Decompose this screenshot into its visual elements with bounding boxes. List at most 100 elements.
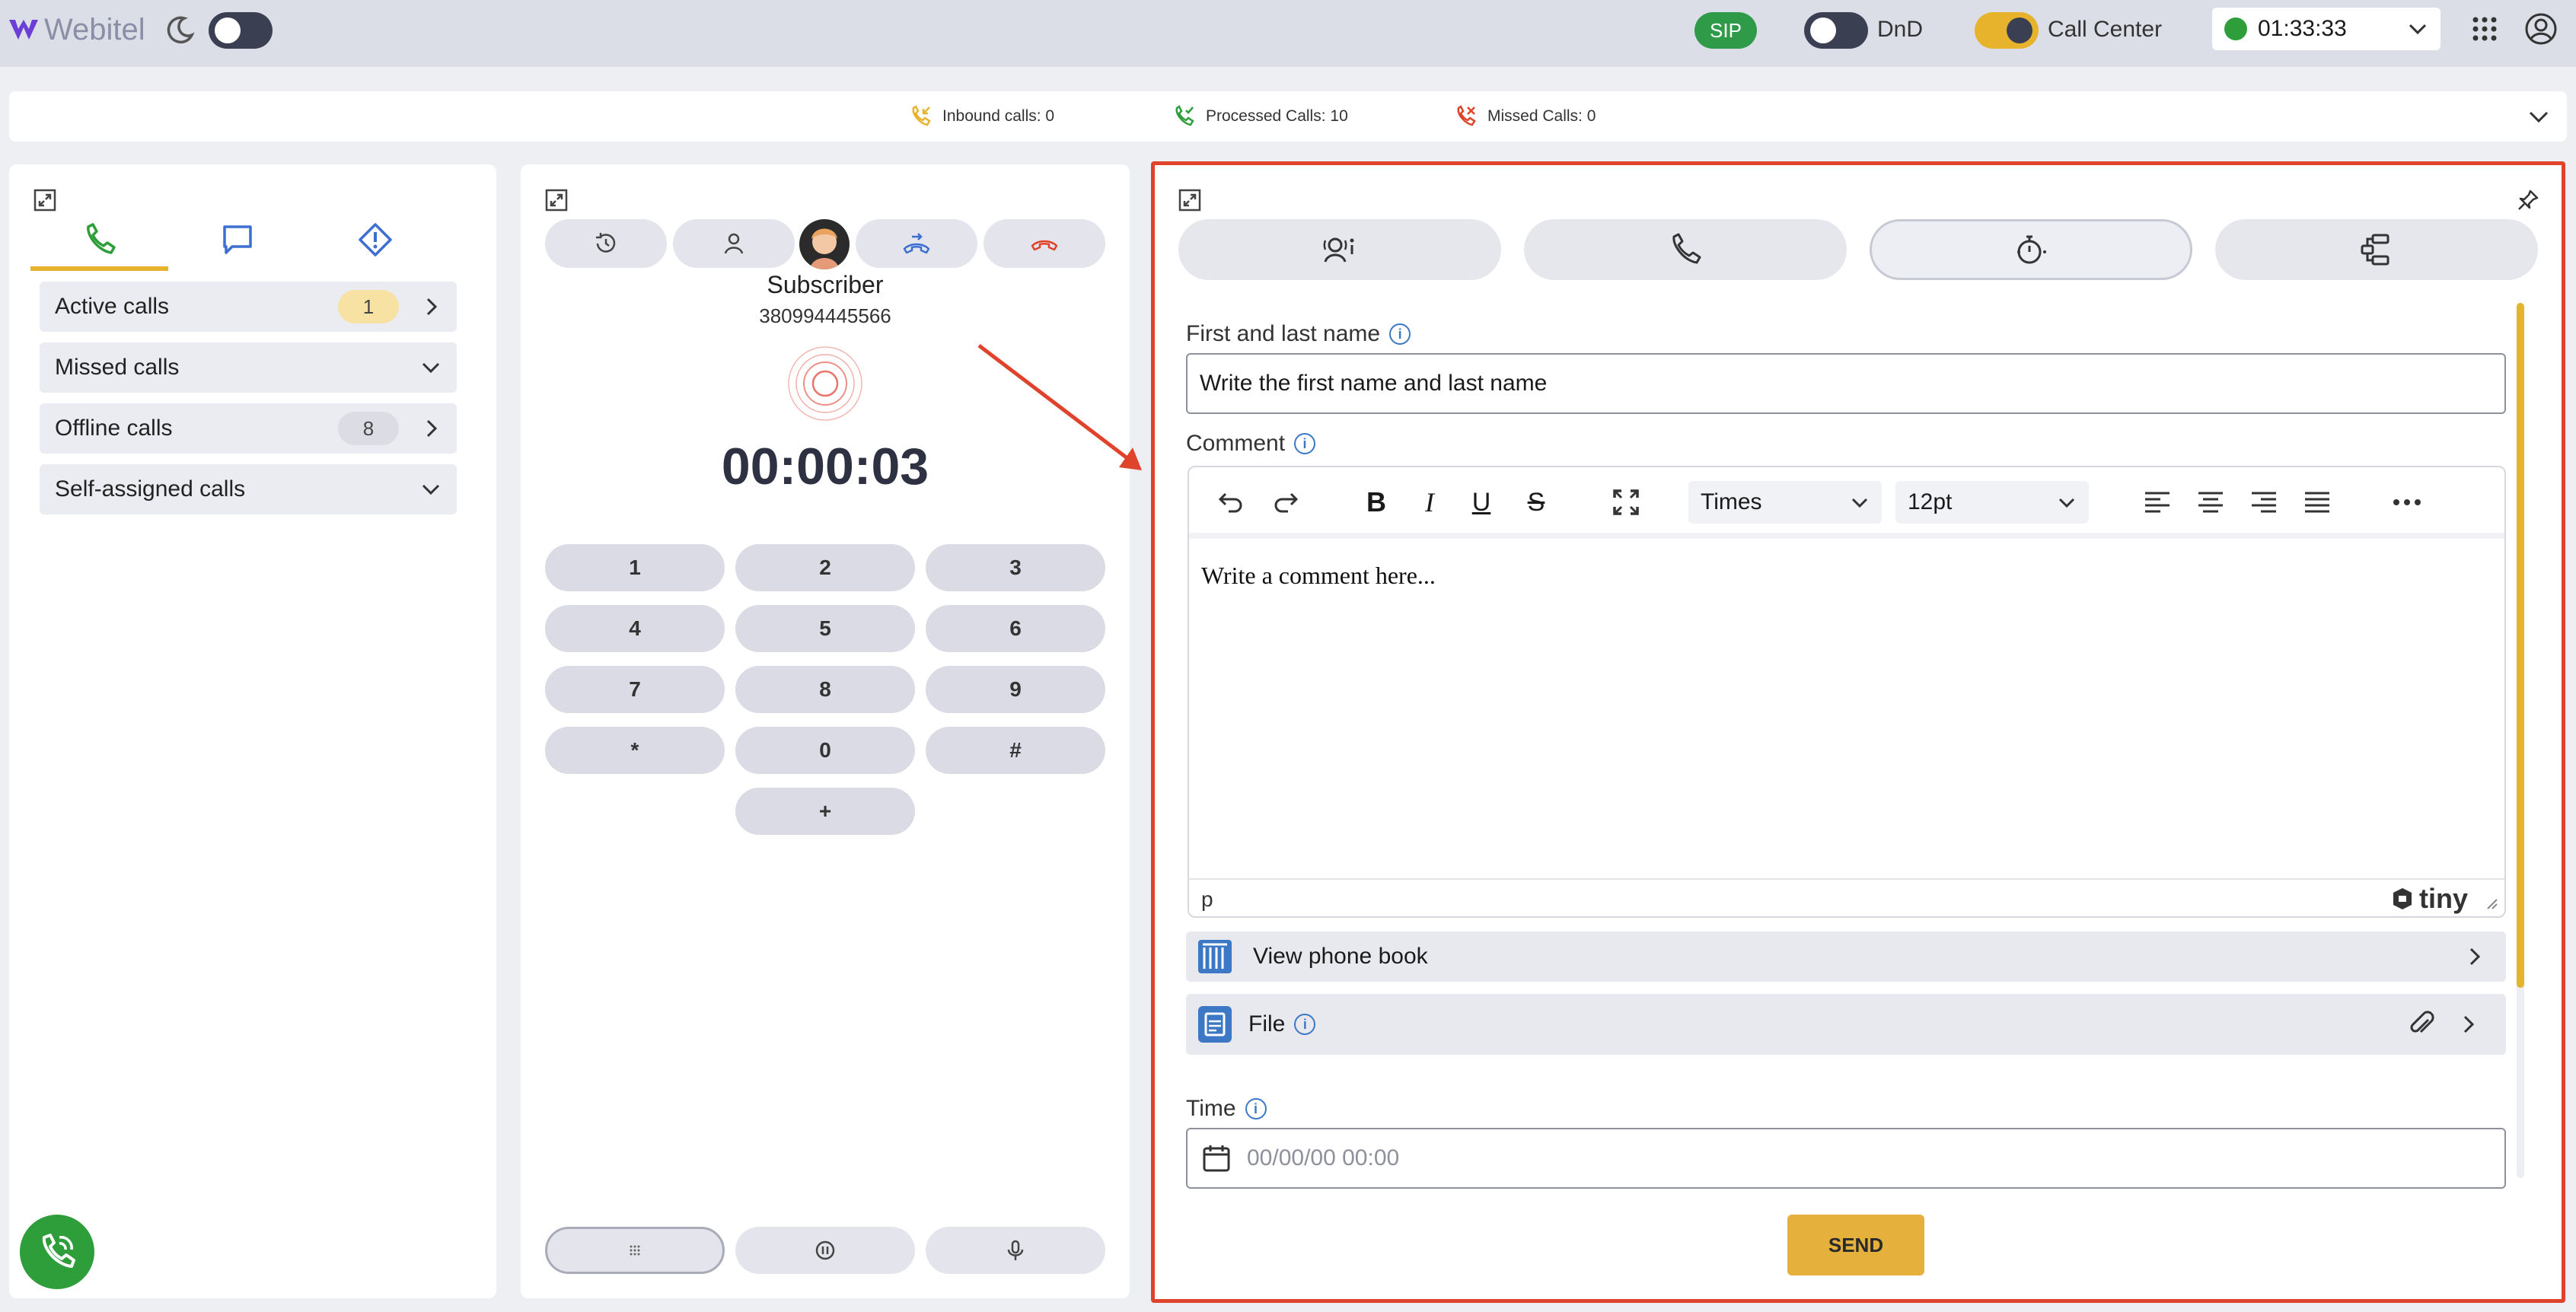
ringing-indicator-icon bbox=[788, 346, 862, 421]
dialpad-icon bbox=[630, 1245, 640, 1256]
dial-key-plus[interactable]: + bbox=[735, 788, 915, 835]
status-timer: 01:33:33 bbox=[2258, 16, 2347, 41]
inbound-call-icon bbox=[912, 105, 931, 126]
expand-icon[interactable] bbox=[1178, 189, 1201, 212]
file-row[interactable]: File i bbox=[1186, 994, 2506, 1055]
microphone-icon bbox=[1007, 1240, 1024, 1260]
dial-key-5[interactable]: 5 bbox=[735, 605, 915, 652]
count-badge: 8 bbox=[338, 412, 399, 445]
font-size-value: 12pt bbox=[1908, 489, 1953, 514]
processed-call-icon bbox=[1175, 105, 1194, 126]
file-icon bbox=[1198, 1006, 1232, 1043]
info-icon[interactable]: i bbox=[1294, 433, 1316, 454]
align-center-icon[interactable] bbox=[2194, 486, 2227, 519]
dial-key-hash[interactable]: # bbox=[926, 727, 1105, 774]
dial-key-7[interactable]: 7 bbox=[545, 666, 725, 713]
dial-key-8[interactable]: 8 bbox=[735, 666, 915, 713]
hold-button[interactable] bbox=[735, 1227, 915, 1274]
tab-client-info[interactable] bbox=[1178, 219, 1501, 280]
comment-editor-content[interactable]: Write a comment here... bbox=[1201, 562, 1436, 590]
align-left-icon[interactable] bbox=[2141, 486, 2174, 519]
chevron-right-icon bbox=[426, 419, 438, 438]
align-justify-icon[interactable] bbox=[2300, 486, 2334, 519]
dial-key-6[interactable]: 6 bbox=[926, 605, 1105, 652]
dial-key-9[interactable]: 9 bbox=[926, 666, 1105, 713]
time-label-text: Time bbox=[1186, 1096, 1236, 1121]
queue-item-self-assigned-calls[interactable]: Self-assigned calls bbox=[40, 464, 457, 514]
pause-icon bbox=[815, 1240, 835, 1260]
editor-statusbar-divider bbox=[1189, 878, 2504, 880]
resize-handle-icon[interactable] bbox=[2483, 895, 2498, 910]
bold-icon[interactable]: B bbox=[1360, 486, 1393, 519]
expand-icon[interactable] bbox=[545, 189, 568, 212]
dial-key-1[interactable]: 1 bbox=[545, 544, 725, 591]
theme-toggle[interactable] bbox=[209, 12, 273, 49]
dnd-toggle[interactable] bbox=[1804, 12, 1868, 49]
info-icon[interactable]: i bbox=[1389, 323, 1411, 345]
paperclip-icon[interactable] bbox=[2407, 1009, 2437, 1040]
online-status-dot bbox=[2224, 18, 2247, 40]
name-input-value: Write the first name and last name bbox=[1200, 371, 1548, 396]
subscriber-name: Subscriber bbox=[767, 271, 884, 298]
theme-moon-icon[interactable] bbox=[163, 14, 196, 51]
tab-flow[interactable] bbox=[2215, 219, 2538, 280]
tab-alerts[interactable] bbox=[307, 213, 445, 271]
chevron-down-icon[interactable] bbox=[2527, 105, 2550, 128]
view-phone-book-row[interactable]: View phone book bbox=[1186, 931, 2506, 982]
dial-key-2[interactable]: 2 bbox=[735, 544, 915, 591]
chevron-down-icon bbox=[1851, 498, 1868, 508]
dial-key-star[interactable]: * bbox=[545, 727, 725, 774]
queue-item-offline-calls[interactable]: Offline calls 8 bbox=[40, 403, 457, 454]
dial-key-4[interactable]: 4 bbox=[545, 605, 725, 652]
missed-calls-stat: Missed Calls: 0 bbox=[1454, 105, 1596, 128]
more-options-icon[interactable] bbox=[2390, 486, 2424, 519]
webitel-logo-icon bbox=[9, 20, 38, 40]
dial-key-0[interactable]: 0 bbox=[735, 727, 915, 774]
underline-icon[interactable]: U bbox=[1465, 486, 1498, 519]
font-family-select[interactable]: Times bbox=[1688, 481, 1882, 524]
stopwatch-icon bbox=[2017, 235, 2046, 264]
mute-button[interactable] bbox=[926, 1227, 1105, 1274]
italic-icon[interactable]: I bbox=[1413, 486, 1446, 519]
strikethrough-icon[interactable]: S bbox=[1519, 486, 1553, 519]
name-input[interactable]: Write the first name and last name bbox=[1186, 353, 2506, 414]
phone-icon bbox=[86, 223, 116, 254]
agent-status-select[interactable]: 01:33:33 bbox=[2212, 8, 2441, 50]
info-icon[interactable]: i bbox=[1245, 1098, 1267, 1119]
transfer-call-button[interactable] bbox=[856, 219, 977, 268]
tab-calls[interactable] bbox=[30, 213, 169, 271]
tab-postprocessing[interactable] bbox=[1870, 219, 2192, 280]
call-history-button[interactable] bbox=[545, 219, 667, 268]
dialpad-toggle-button[interactable] bbox=[545, 1227, 725, 1274]
tab-chats[interactable] bbox=[168, 213, 306, 271]
tab-call-details[interactable] bbox=[1524, 219, 1847, 280]
count-badge: 1 bbox=[338, 290, 399, 323]
align-right-icon[interactable] bbox=[2247, 486, 2281, 519]
chevron-right-icon bbox=[426, 298, 438, 316]
queue-item-label: Active calls bbox=[55, 294, 170, 319]
time-field-label: Time i bbox=[1186, 1096, 1267, 1122]
undo-icon[interactable] bbox=[1213, 486, 1247, 519]
call-center-toggle[interactable] bbox=[1975, 12, 2039, 49]
queue-item-missed-calls[interactable]: Missed calls bbox=[40, 342, 457, 393]
scrollbar-thumb[interactable] bbox=[2517, 303, 2524, 988]
fullscreen-icon[interactable] bbox=[1609, 486, 1643, 519]
missed-calls-label: Missed Calls: 0 bbox=[1487, 107, 1596, 125]
hangup-button[interactable] bbox=[984, 219, 1105, 268]
redo-icon[interactable] bbox=[1270, 486, 1303, 519]
chevron-down-icon bbox=[2409, 24, 2427, 35]
floating-phone-button[interactable] bbox=[20, 1215, 94, 1289]
chevron-right-icon bbox=[2469, 947, 2481, 966]
pin-icon[interactable] bbox=[2517, 189, 2539, 212]
font-size-select[interactable]: 12pt bbox=[1895, 481, 2089, 524]
time-input[interactable]: 00/00/00 00:00 bbox=[1186, 1128, 2506, 1189]
apps-grid-icon[interactable] bbox=[2471, 15, 2498, 46]
user-account-icon[interactable] bbox=[2524, 12, 2558, 49]
contact-button[interactable] bbox=[673, 219, 795, 268]
queue-item-active-calls[interactable]: Active calls 1 bbox=[40, 282, 457, 332]
send-button[interactable]: SEND bbox=[1787, 1215, 1924, 1275]
info-icon[interactable]: i bbox=[1294, 1014, 1316, 1035]
expand-icon[interactable] bbox=[33, 189, 56, 212]
dial-key-3[interactable]: 3 bbox=[926, 544, 1105, 591]
queue-panel bbox=[9, 164, 496, 1298]
